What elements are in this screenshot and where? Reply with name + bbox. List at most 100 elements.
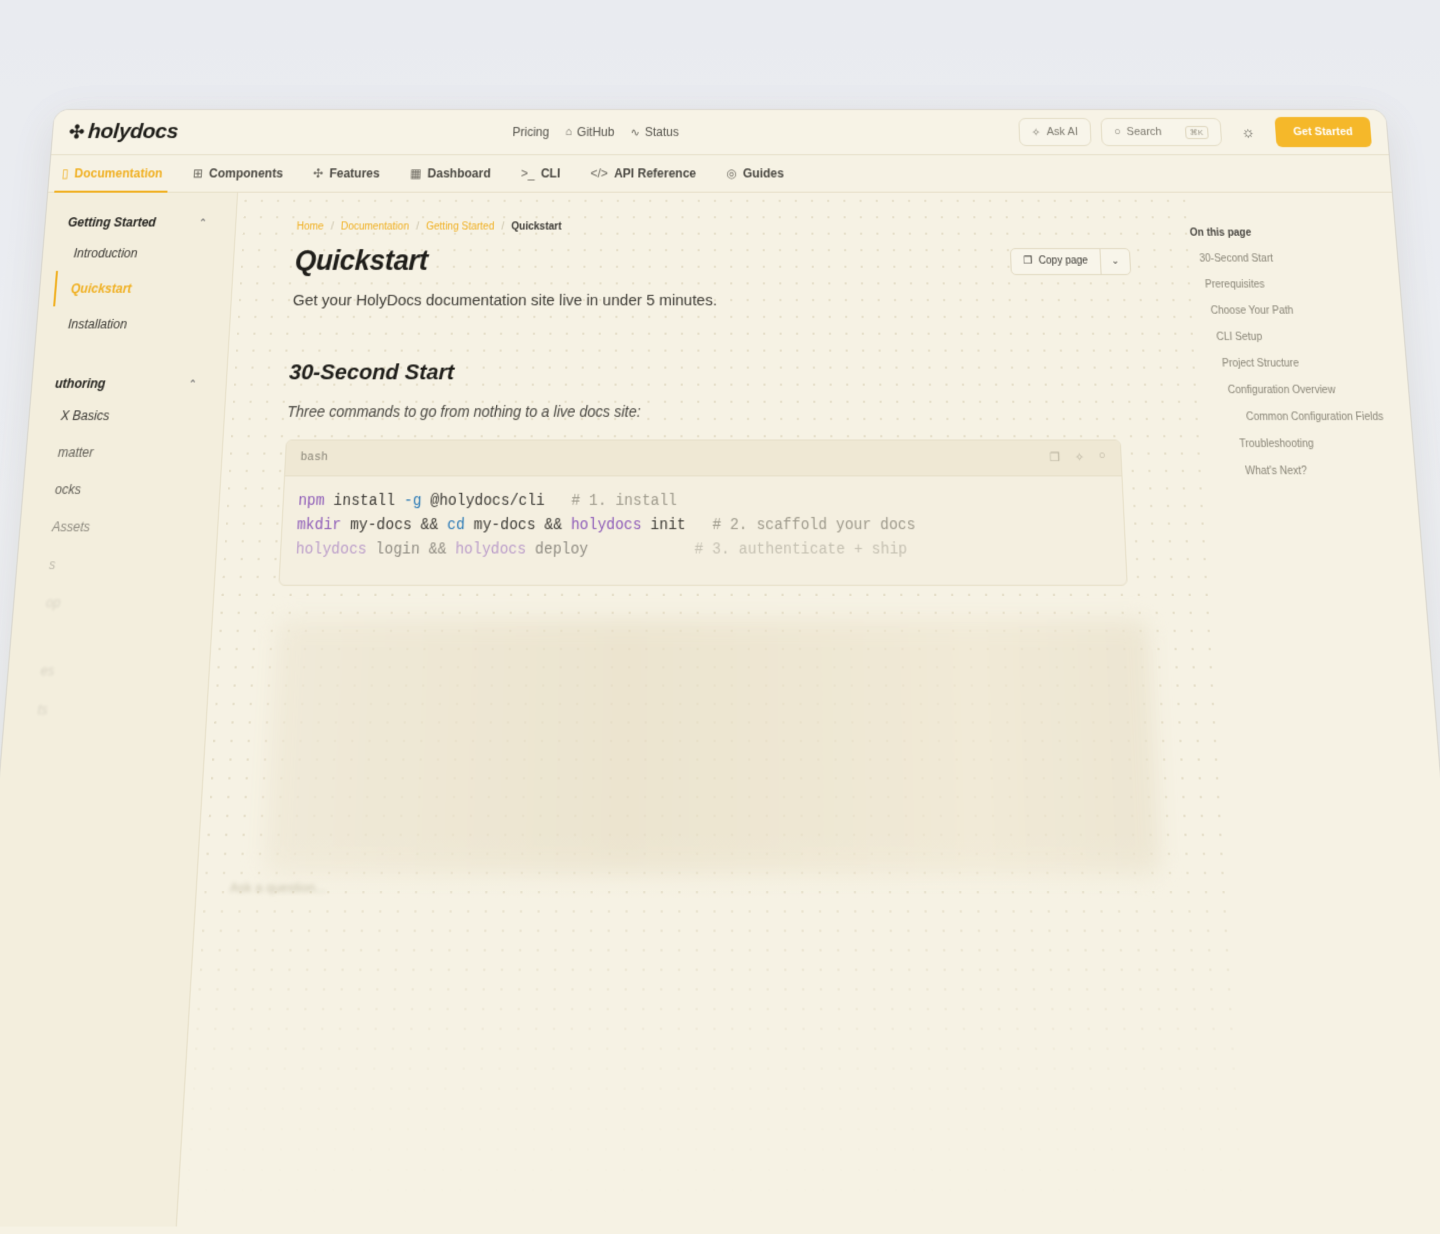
code-header: bash ❐ ✧ ○: [284, 440, 1122, 477]
section-heading: 30-Second Start: [288, 360, 455, 385]
code-body: npm install -g @holydocs/cli # 1. instal…: [279, 476, 1126, 584]
code-token: my-docs &&: [340, 516, 448, 535]
header-actions: ✧ Ask AI ○ Search ⌘K ☼ Get Started: [1017, 116, 1372, 148]
topnav-pricing[interactable]: Pricing: [512, 125, 549, 139]
tab-cli[interactable]: >_ CLI: [520, 155, 561, 192]
code-token: holydocs: [295, 541, 367, 560]
stage: ✣ holydocs Pricing ⌂ GitHub ∿ Status ✧ A…: [0, 0, 1440, 1234]
copy-page-button[interactable]: ❐ Copy page: [1010, 248, 1102, 274]
toc-item[interactable]: Prerequisites: [1192, 279, 1399, 290]
brand-name: holydocs: [87, 119, 179, 144]
toc-item[interactable]: 30-Second Start: [1191, 253, 1398, 264]
book-icon: ▯: [61, 166, 70, 181]
sidebar-item-mdx-basics[interactable]: X Basics: [28, 397, 224, 434]
sidebar-item-assets[interactable]: Assets: [19, 508, 218, 546]
tab-cli-label: CLI: [540, 166, 561, 181]
sidebar-item-frontmatter[interactable]: matter: [25, 434, 222, 471]
code-line: npm install -g @holydocs/cli # 1. instal…: [298, 490, 1109, 514]
toc-item[interactable]: Troubleshooting: [1202, 438, 1414, 450]
breadcrumb-documentation[interactable]: Documentation: [340, 221, 409, 232]
copy-icon[interactable]: ❐: [1049, 450, 1060, 465]
sidebar-group-title: Getting Started: [67, 215, 157, 230]
tab-guides[interactable]: ◎ Guides: [726, 155, 784, 192]
code-token: @holydocs/cli: [421, 492, 546, 511]
tab-api-reference-label: API Reference: [613, 166, 697, 181]
tab-features[interactable]: ✣ Features: [312, 155, 380, 192]
tab-guides-label: Guides: [742, 166, 784, 181]
get-started-button[interactable]: Get Started: [1274, 116, 1372, 148]
code-token: cd: [446, 516, 466, 535]
sidebar-group-title: uthoring: [54, 376, 107, 392]
copy-page-label: Copy page: [1038, 255, 1089, 267]
activity-icon: ∿: [630, 126, 640, 139]
components-icon: ⊞: [192, 166, 204, 181]
sidebar-item-installation[interactable]: Installation: [36, 306, 230, 342]
breadcrumb-home[interactable]: Home: [296, 221, 324, 232]
page-lead: Get your HolyDocs documentation site liv…: [292, 291, 718, 310]
code-token: mkdir: [296, 516, 342, 535]
toc-item[interactable]: Common Configuration Fields: [1200, 411, 1411, 423]
code-language: bash: [300, 451, 329, 465]
search-input[interactable]: ○ Search ⌘K: [1100, 117, 1223, 147]
code-line: mkdir my-docs && cd my-docs && holydocs …: [296, 514, 1109, 538]
code-token: deploy: [525, 541, 589, 560]
brand-logo[interactable]: ✣ holydocs: [68, 119, 179, 144]
info-icon[interactable]: ○: [1098, 450, 1106, 465]
code-tools: ❐ ✧ ○: [1049, 450, 1106, 465]
topnav-status-label: Status: [644, 125, 679, 140]
sidebar-item-introduction[interactable]: Introduction: [42, 236, 235, 271]
code-token: install: [324, 492, 405, 511]
tab-api-reference[interactable]: </> API Reference: [590, 155, 696, 192]
section-paragraph: Three commands to go from nothing to a l…: [286, 402, 641, 421]
toc-item[interactable]: Configuration Overview: [1199, 385, 1409, 397]
sidebar-item-code-blocks[interactable]: ocks: [22, 471, 220, 508]
toc-title: On this page: [1189, 227, 1252, 239]
code-comment: # 2. scaffold your docs: [685, 516, 916, 535]
toc-item[interactable]: CLI Setup: [1195, 332, 1404, 344]
topnav-status[interactable]: ∿ Status: [630, 125, 678, 139]
copy-page-dropdown[interactable]: ⌄: [1101, 255, 1130, 266]
breadcrumb-getting-started[interactable]: Getting Started: [426, 221, 495, 232]
github-icon: ⌂: [565, 126, 573, 139]
ask-question-input[interactable]: Ask a question...: [230, 880, 326, 895]
tab-features-label: Features: [329, 166, 381, 181]
theme-toggle-sun-icon[interactable]: ☼: [1231, 124, 1266, 141]
chevron-up-icon: ⌃: [198, 216, 208, 227]
sidebar-group-authoring[interactable]: uthoring ⌃: [31, 370, 226, 398]
section-tabs: ▯ Documentation ⊞ Components ✣ Features …: [48, 155, 1392, 193]
topnav-github[interactable]: ⌂ GitHub: [565, 125, 614, 139]
toc-item[interactable]: Choose Your Path: [1194, 305, 1402, 317]
copy-icon: ❐: [1023, 255, 1033, 267]
bottom-fade: [176, 830, 1247, 1227]
sidebar-item-7[interactable]: es: [7, 651, 209, 690]
toc-item[interactable]: What's Next?: [1203, 466, 1415, 478]
tab-components-label: Components: [208, 166, 284, 181]
page-title: Quickstart: [294, 245, 429, 277]
top-nav: Pricing ⌂ GitHub ∿ Status: [512, 125, 679, 139]
code-token: login &&: [366, 541, 456, 560]
sidebar-item-8[interactable]: ts: [4, 690, 207, 729]
search-icon: ○: [1113, 126, 1122, 139]
sidebar-item-6[interactable]: op: [13, 584, 214, 622]
code-token: holydocs: [454, 541, 527, 560]
sidebar-item-5[interactable]: s: [16, 546, 216, 584]
ask-ai-button[interactable]: ✧ Ask AI: [1017, 117, 1092, 147]
compass-icon: ◎: [726, 166, 737, 181]
tab-dashboard[interactable]: ▦ Dashboard: [409, 155, 491, 192]
ask-ai-label: Ask AI: [1046, 126, 1079, 139]
dashboard-icon: ▦: [409, 166, 422, 181]
sidebar-item-quickstart[interactable]: Quickstart: [53, 270, 233, 307]
toc-item[interactable]: Project Structure: [1197, 358, 1406, 370]
topnav-github-label: GitHub: [576, 125, 615, 140]
tab-documentation[interactable]: ▯ Documentation: [60, 155, 163, 192]
tab-components[interactable]: ⊞ Components: [192, 155, 284, 192]
code-line: holydocs login && holydocs deploy # 3. a…: [295, 538, 1110, 562]
breadcrumb: Home / Documentation / Getting Started /…: [296, 221, 1128, 232]
search-placeholder: Search: [1126, 126, 1163, 139]
sparkle-icon[interactable]: ✧: [1074, 450, 1084, 465]
tab-dashboard-label: Dashboard: [427, 166, 491, 181]
sidebar-group-getting-started[interactable]: Getting Started ⌃: [45, 209, 236, 236]
tab-documentation-label: Documentation: [74, 166, 164, 181]
blurred-content: [263, 619, 1162, 876]
code-token: init: [641, 516, 686, 535]
